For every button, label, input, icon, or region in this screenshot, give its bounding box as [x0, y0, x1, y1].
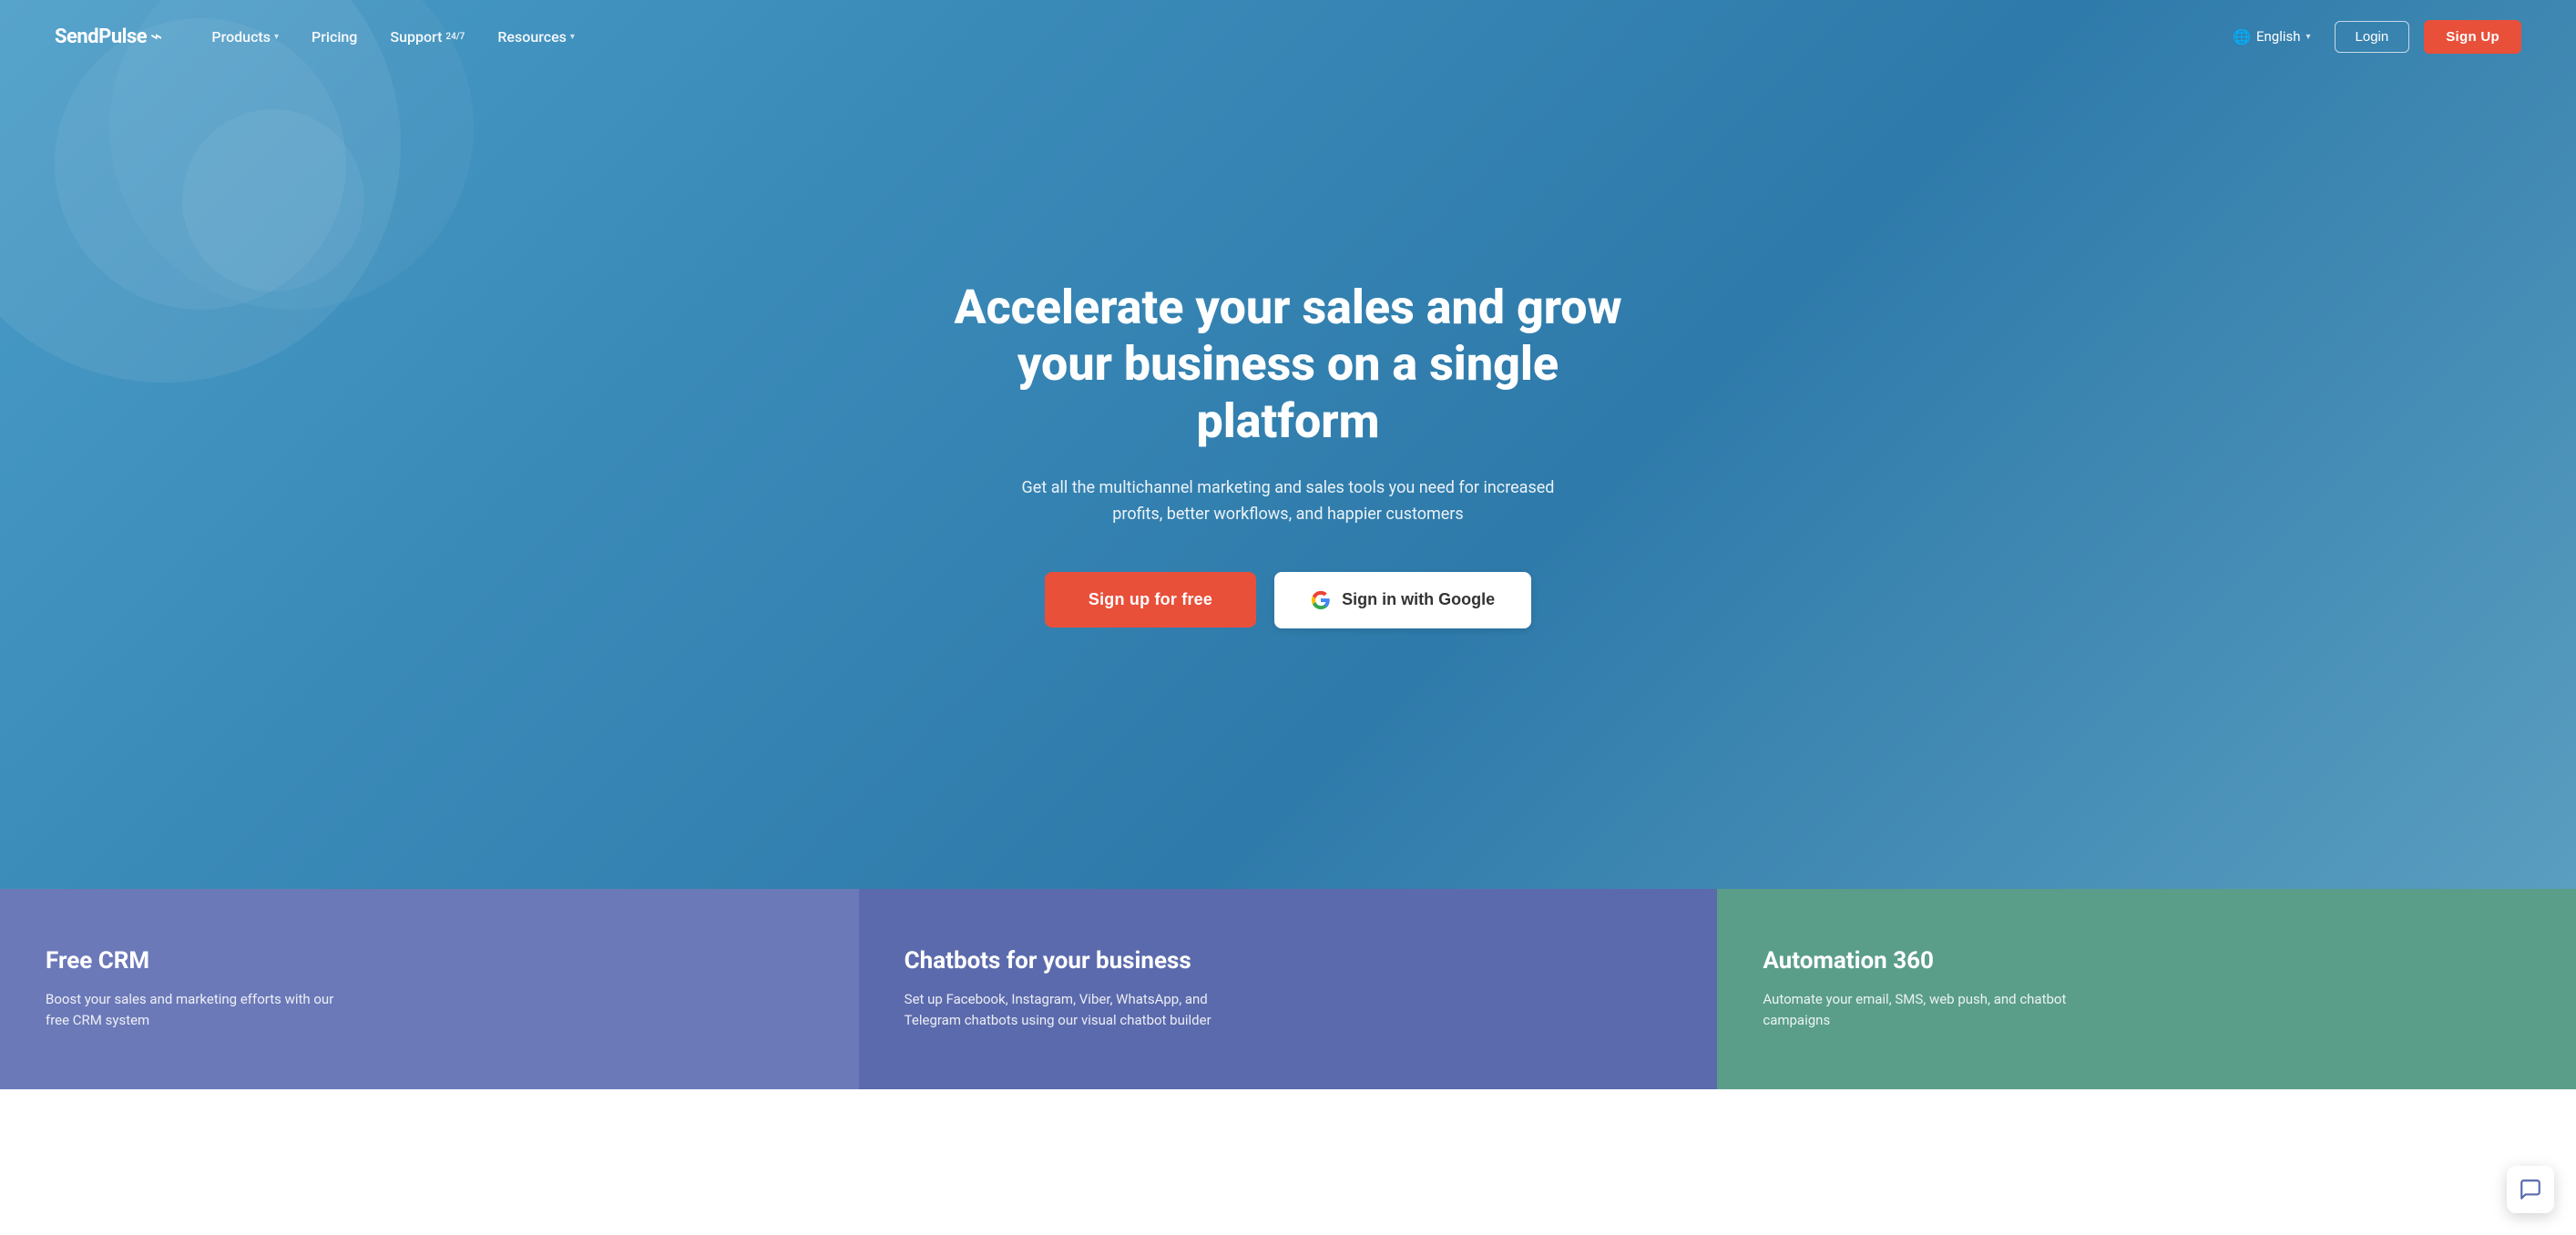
chevron-down-icon: ▾: [274, 32, 279, 42]
chat-widget-button[interactable]: [2507, 1166, 2554, 1213]
logo[interactable]: SendPulse ⌁: [55, 26, 162, 48]
chevron-down-icon: ▾: [570, 32, 575, 42]
login-button[interactable]: Login: [2335, 21, 2410, 53]
signup-free-button[interactable]: Sign up for free: [1045, 572, 1256, 628]
feature-card-chatbots: Chatbots for your business Set up Facebo…: [859, 889, 1718, 1089]
nav-links: Products ▾ Pricing Support24/7 Resources…: [199, 21, 2223, 53]
hero-buttons: Sign up for free Sign in with Google: [1045, 572, 1531, 628]
hero-subtitle: Get all the multichannel marketing and s…: [1006, 475, 1570, 528]
logo-text: SendPulse: [55, 26, 147, 48]
globe-icon: 🌐: [2233, 28, 2251, 46]
signup-button[interactable]: Sign Up: [2424, 20, 2521, 54]
features-strip: Free CRM Boost your sales and marketing …: [0, 889, 2576, 1089]
chevron-down-icon: ▾: [2306, 32, 2311, 42]
feature-automation-title: Automation 360: [1763, 947, 2530, 975]
feature-crm-title: Free CRM: [46, 947, 813, 975]
google-logo-icon: [1311, 590, 1331, 610]
nav-products[interactable]: Products ▾: [199, 21, 291, 53]
navbar: SendPulse ⌁ Products ▾ Pricing Support24…: [0, 0, 2576, 73]
feature-chatbots-title: Chatbots for your business: [905, 947, 1672, 975]
feature-crm-desc: Boost your sales and marketing efforts w…: [46, 989, 355, 1032]
chat-icon: [2519, 1178, 2542, 1201]
nav-support[interactable]: Support24/7: [377, 21, 477, 53]
hero-section: Accelerate your sales and grow your busi…: [0, 0, 2576, 889]
feature-card-crm: Free CRM Boost your sales and marketing …: [0, 889, 859, 1089]
feature-automation-desc: Automate your email, SMS, web push, and …: [1763, 989, 2072, 1032]
logo-symbol: ⌁: [150, 26, 162, 48]
hero-title: Accelerate your sales and grow your busi…: [924, 280, 1652, 450]
nav-pricing[interactable]: Pricing: [299, 21, 370, 53]
feature-chatbots-desc: Set up Facebook, Instagram, Viber, Whats…: [905, 989, 1214, 1032]
language-selector[interactable]: 🌐 English ▾: [2223, 23, 2319, 51]
nav-right: 🌐 English ▾ Login Sign Up: [2223, 20, 2521, 54]
nav-resources[interactable]: Resources ▾: [485, 21, 588, 53]
google-signin-button[interactable]: Sign in with Google: [1274, 572, 1531, 628]
feature-card-automation: Automation 360 Automate your email, SMS,…: [1717, 889, 2576, 1089]
